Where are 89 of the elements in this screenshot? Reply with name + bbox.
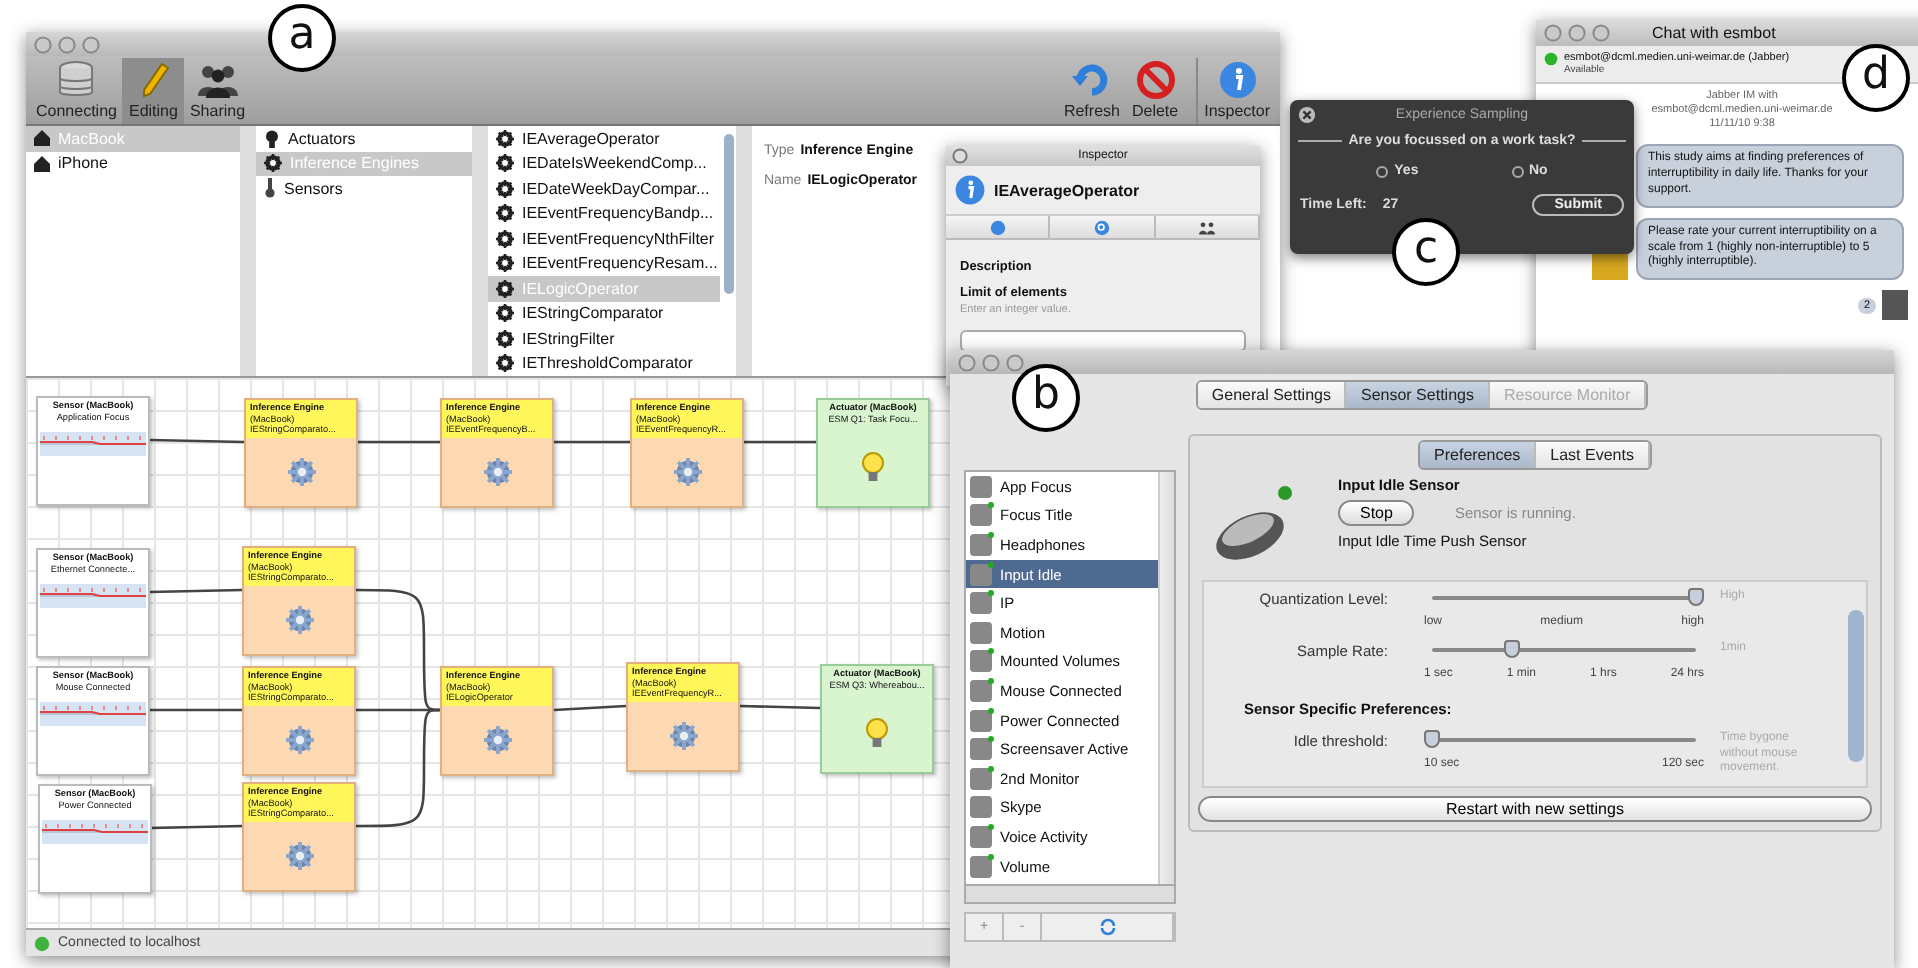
- lightbulb-icon: [866, 717, 888, 748]
- preferences-tab[interactable]: Preferences: [1420, 442, 1537, 468]
- gear-icon: [496, 254, 514, 273]
- close-icon[interactable]: [952, 148, 968, 164]
- slider-thumb[interactable]: [1688, 588, 1704, 606]
- gear-icon: [285, 606, 313, 635]
- info-icon: [1217, 60, 1258, 100]
- toolbar-button[interactable]: Refresh: [1057, 58, 1126, 124]
- connector-line: [151, 824, 243, 830]
- search-icon: [1093, 219, 1110, 235]
- toolbar-button[interactable]: Connecting: [30, 58, 123, 124]
- component-item[interactable]: IEDateIsWeekendComp...: [488, 151, 720, 176]
- window-controls-icon[interactable]: [34, 35, 102, 53]
- slider-thumb[interactable]: [1424, 730, 1440, 748]
- figure-label: a: [268, 4, 336, 72]
- sparkline-drawing: [40, 584, 146, 609]
- connector-line: [358, 440, 440, 444]
- sparkline-drawing: [42, 820, 148, 845]
- toolbar-button[interactable]: Inspector: [1196, 58, 1276, 124]
- connector-line: [739, 704, 821, 710]
- inspector-tab[interactable]: [1155, 216, 1260, 238]
- component-item[interactable]: IEAverageOperator: [488, 126, 720, 151]
- input-field[interactable]: [960, 330, 1246, 352]
- component-name: IEAverageOperator: [994, 181, 1140, 199]
- connector-line: [744, 440, 816, 444]
- close-icon[interactable]: [1298, 106, 1316, 124]
- window-controls-icon[interactable]: [1544, 24, 1612, 42]
- gear-icon: [496, 279, 514, 298]
- component-item[interactable]: IEEventFrequencyResam...: [488, 251, 720, 276]
- no-entry-icon: [1135, 60, 1176, 100]
- toolbar-button[interactable]: Editing: [122, 58, 184, 124]
- presence-dot-icon: [1544, 52, 1558, 66]
- restart-button[interactable]: Restart with new settings: [1198, 795, 1872, 821]
- gear-icon: [496, 229, 514, 248]
- connector-line: [150, 708, 242, 712]
- lightbulb-icon: [264, 129, 280, 148]
- gear-icon: [496, 329, 514, 348]
- component-item[interactable]: IEThresholdComparator: [488, 351, 720, 376]
- gear-icon: [285, 726, 313, 755]
- gear-icon: [287, 458, 315, 487]
- settings-tab[interactable]: Sensor Settings: [1346, 382, 1490, 408]
- people-icon: [195, 60, 240, 100]
- scrollbar[interactable]: [724, 134, 734, 294]
- gear-icon: [496, 204, 514, 223]
- component-item[interactable]: IEEventFrequencyNthFilter: [488, 226, 720, 251]
- lightbulb-icon: [862, 451, 884, 482]
- avatar-placeholder: [1882, 290, 1908, 321]
- connector-line: [553, 704, 627, 712]
- window-title: Chat with esmbot: [1652, 24, 1776, 42]
- thermometer-icon: [264, 178, 276, 199]
- sparkline-drawing: [40, 702, 146, 727]
- list-button[interactable]: [1042, 914, 1174, 940]
- scrollbar[interactable]: [1158, 472, 1174, 884]
- people-icon: [1197, 219, 1216, 235]
- info-icon: [954, 174, 986, 206]
- preferences-tab[interactable]: Last Events: [1536, 442, 1650, 468]
- figure-label: c: [1392, 218, 1460, 286]
- info-icon: [989, 219, 1006, 235]
- toolbar-button[interactable]: Sharing: [183, 58, 252, 124]
- gear-icon: [496, 179, 514, 198]
- gear-icon: [483, 458, 511, 487]
- component-item[interactable]: IEEventFrequencyBandp...: [488, 201, 720, 226]
- component-item[interactable]: IEDateWeekDayCompar...: [488, 176, 720, 201]
- gear-icon: [673, 458, 701, 487]
- gear-icon: [483, 726, 511, 755]
- gear-icon: [496, 154, 514, 173]
- connector-line: [554, 440, 630, 444]
- slider-thumb[interactable]: [1503, 640, 1520, 658]
- connector-line: [149, 438, 245, 444]
- gear-icon: [669, 722, 697, 751]
- gear-icon: [285, 842, 313, 871]
- toolbar-button[interactable]: Delete: [1125, 58, 1185, 124]
- gear-icon: [264, 154, 282, 173]
- gear-icon: [496, 304, 514, 323]
- device-item[interactable]: iPhone: [26, 151, 240, 176]
- category-item[interactable]: Actuators: [256, 126, 472, 151]
- refresh-icon: [1071, 60, 1112, 100]
- connector-line: [149, 588, 243, 594]
- refresh-icon: [1099, 918, 1115, 936]
- window-controls-icon[interactable]: [958, 353, 1026, 371]
- settings-tab[interactable]: General Settings: [1197, 382, 1347, 408]
- component-item[interactable]: IEStringFilter: [488, 326, 720, 351]
- category-item[interactable]: Sensors: [256, 176, 472, 201]
- component-item[interactable]: IEStringComparator: [488, 301, 720, 326]
- scrollbar[interactable]: [964, 886, 1176, 904]
- scrollbar[interactable]: [1848, 610, 1864, 761]
- status-dot-icon: [34, 935, 50, 951]
- stop-button[interactable]: Stop: [1338, 500, 1415, 526]
- sparkline-drawing: [40, 432, 146, 457]
